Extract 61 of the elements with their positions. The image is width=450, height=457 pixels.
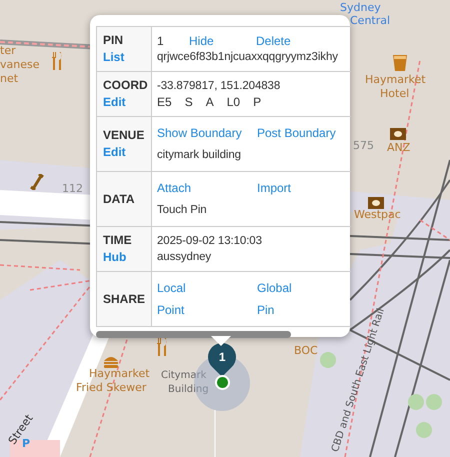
tree-icon: [426, 394, 442, 410]
map-label: vanese: [0, 58, 40, 72]
popup-link[interactable]: Import: [257, 180, 357, 196]
popup-link[interactable]: Show Boundary: [157, 125, 257, 141]
info-text: Touch Pin: [157, 203, 207, 218]
map-label: net: [0, 72, 18, 86]
map-label: Building: [168, 383, 209, 397]
map-label: Fried Skewer: [76, 381, 146, 395]
info-text: citymark building: [157, 148, 241, 163]
status-code: S: [184, 94, 193, 110]
scrollbar-thumb[interactable]: [96, 331, 291, 338]
map-label: Hotel: [380, 87, 410, 101]
info-text: 2025-09-02 13:10:03: [157, 234, 262, 249]
row-label: COORD: [103, 77, 149, 94]
tree-icon: [320, 352, 336, 368]
status-code: E5: [157, 94, 172, 110]
row-label: VENUE: [103, 127, 146, 144]
path-line: [214, 410, 216, 457]
map-label: Haymarket: [365, 73, 426, 87]
row-label: TIME: [103, 232, 133, 249]
map-label: Citymark: [161, 369, 206, 383]
row-label: PIN: [103, 32, 124, 49]
row-link[interactable]: Edit: [103, 94, 151, 111]
status-code: A: [206, 94, 214, 110]
map-label: Haymarket: [89, 367, 150, 381]
popup-link[interactable]: Attach: [157, 180, 257, 196]
banknote-icon: [390, 128, 406, 140]
popup-pointer: [211, 336, 231, 346]
map-label: Sydney: [340, 1, 381, 15]
phone-icon: [30, 174, 44, 190]
banknote-icon: [368, 197, 384, 209]
fork-knife-icon: [50, 52, 64, 70]
popup-link[interactable]: Delete: [256, 33, 323, 49]
tree-icon: [408, 394, 424, 410]
map-label: Central: [350, 14, 390, 28]
fork-knife-icon: [155, 338, 169, 356]
info-text: 1: [157, 33, 165, 49]
map-label: Westpac: [354, 208, 401, 222]
info-text: qrjwce6f83b1njcuaxxqqgryymz3ikhy: [157, 50, 338, 65]
map-label: BOC: [294, 344, 318, 358]
popup-link[interactable]: Post Boundary: [257, 125, 357, 141]
map-label: ter: [0, 44, 16, 58]
status-code: L0: [226, 94, 240, 110]
tree-icon: [416, 422, 432, 438]
map-label: ANZ: [387, 141, 410, 155]
status-code: P: [253, 94, 262, 110]
popup-link[interactable]: Point: [157, 302, 257, 318]
map-label: 575: [353, 139, 374, 153]
row-link[interactable]: Hub: [103, 249, 151, 266]
row-label: DATA: [103, 190, 136, 208]
row-link[interactable]: List: [103, 49, 151, 66]
popup-link[interactable]: Global: [257, 280, 357, 296]
info-text: -33.879817, 151.204838: [157, 79, 280, 94]
info-text: aussydney: [157, 250, 212, 265]
row-link[interactable]: Edit: [103, 144, 151, 161]
row-label: SHARE: [103, 290, 146, 308]
burger-icon: [103, 356, 119, 368]
beer-glass-icon: [393, 55, 407, 71]
map-label: 112: [62, 182, 83, 196]
popup-link[interactable]: Hide: [189, 33, 256, 49]
popup-link[interactable]: Local: [157, 280, 257, 296]
